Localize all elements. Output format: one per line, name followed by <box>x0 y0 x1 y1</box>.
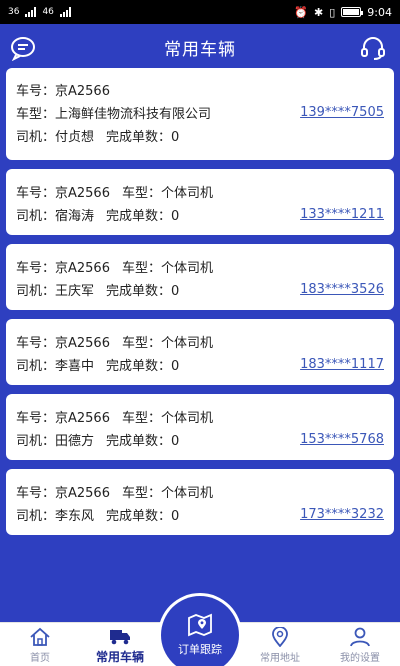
signal-icon <box>25 7 37 17</box>
card-row: 司机：王庆军 完成单数：0 183****3526 <box>16 278 384 301</box>
card-row: 车型：上海鲜佳物流科技有限公司 139****7505 <box>16 101 384 124</box>
plate-number: 车号：京A2566 <box>16 186 110 201</box>
tab-vehicles-label: 常用车辆 <box>95 649 144 664</box>
completed-orders: 完成单数：0 <box>106 284 180 299</box>
completed-orders: 完成单数：0 <box>106 130 180 145</box>
card-row: 车号：京A2566 车型：个体司机 <box>16 330 384 353</box>
phone-link[interactable]: 133****1211 <box>300 207 384 222</box>
vibrate-icon: ▯ <box>329 5 336 19</box>
driver-name: 司机：李喜中 <box>16 359 95 374</box>
alarm-icon: ⏰ <box>294 5 309 19</box>
completed-orders: 完成单数：0 <box>106 434 180 449</box>
card-row: 司机：宿海涛 完成单数：0 133****1211 <box>16 203 384 226</box>
phone-link[interactable]: 183****3526 <box>300 282 384 297</box>
tab-settings-label: 我的设置 <box>340 652 380 664</box>
driver-name: 司机：王庆军 <box>16 284 95 299</box>
tab-home-label: 首页 <box>30 652 50 664</box>
card-row: 司机：田德方 完成单数：0 153****5768 <box>16 428 384 451</box>
home-icon <box>30 627 50 646</box>
plate-number: 车号：京A2566 <box>16 411 110 426</box>
vehicle-type: 车型：个体司机 <box>121 261 213 276</box>
card-row: 车号：京A2566 车型：个体司机 <box>16 180 384 203</box>
card-row: 车号：京A2566 车型：个体司机 <box>16 405 384 428</box>
phone-link[interactable]: 139****7505 <box>300 105 384 120</box>
plate-number: 车号：京A2566 <box>16 84 110 99</box>
bluetooth-icon: ✱ <box>314 5 324 19</box>
status-time: 9:04 <box>367 5 392 19</box>
card-row: 司机：付贞想 完成单数：0 <box>16 124 384 147</box>
card-row: 车号：京A2566 <box>16 78 384 101</box>
phone-link[interactable]: 183****1117 <box>300 357 384 372</box>
card-row: 车号：京A2566 车型：个体司机 <box>16 480 384 503</box>
card-row: 车号：京A2566 车型：个体司机 <box>16 255 384 278</box>
message-icon[interactable] <box>10 35 36 61</box>
vehicle-type: 车型：个体司机 <box>121 186 213 201</box>
completed-orders: 完成单数：0 <box>106 509 180 524</box>
completed-orders: 完成单数：0 <box>106 209 180 224</box>
vehicle-card[interactable]: 车号：京A2566 车型：上海鲜佳物流科技有限公司 139****7505 司机… <box>6 68 394 160</box>
vehicle-type: 车型：个体司机 <box>121 411 213 426</box>
header: 常用车辆 <box>0 24 400 70</box>
tab-home[interactable]: 首页 <box>0 623 80 666</box>
vehicle-card[interactable]: 车号：京A2566 车型：个体司机 司机：李喜中 完成单数：0 183****1… <box>6 319 394 385</box>
vehicle-type: 车型：个体司机 <box>121 486 213 501</box>
driver-name: 司机：付贞想 <box>16 130 95 145</box>
tab-address-label: 常用地址 <box>260 652 300 664</box>
status-bar-right: ⏰ ✱ ▯ 9:04 <box>294 6 392 19</box>
card-row: 司机：李东风 完成单数：0 173****3232 <box>16 503 384 526</box>
phone-link[interactable]: 153****5768 <box>300 432 384 447</box>
vehicle-card[interactable]: 车号：京A2566 车型：个体司机 司机：王庆军 完成单数：0 183****3… <box>6 244 394 310</box>
plate-number: 车号：京A2566 <box>16 261 110 276</box>
phone-link[interactable]: 173****3232 <box>300 507 384 522</box>
battery-icon <box>341 7 364 17</box>
vehicle-card[interactable]: 车号：京A2566 车型：个体司机 司机：田德方 完成单数：0 153****5… <box>6 394 394 460</box>
driver-name: 司机：李东风 <box>16 509 95 524</box>
order-tracking-button[interactable]: 订单跟踪 <box>161 596 239 666</box>
signal-label-2: 46 <box>42 7 54 17</box>
signal-icon <box>59 7 71 17</box>
plate-number: 车号：京A2566 <box>16 336 110 351</box>
status-bar: 36 46 ⏰ ✱ ▯ 9:04 <box>0 0 400 24</box>
vehicle-list: 车号：京A2566 车型：上海鲜佳物流科技有限公司 139****7505 司机… <box>6 68 394 544</box>
battery-fill <box>343 9 359 15</box>
vehicle-type: 车型：个体司机 <box>121 336 213 351</box>
headset-icon[interactable] <box>360 35 386 61</box>
completed-orders: 完成单数：0 <box>106 359 180 374</box>
page-title: 常用车辆 <box>164 39 236 60</box>
driver-name: 司机：田德方 <box>16 434 95 449</box>
vehicle-card[interactable]: 车号：京A2566 车型：个体司机 司机：宿海涛 完成单数：0 133****1… <box>6 169 394 235</box>
map-icon <box>188 613 212 637</box>
tab-address[interactable]: 常用地址 <box>240 623 320 666</box>
status-bar-left: 36 46 <box>8 7 71 17</box>
truck-icon <box>110 629 130 644</box>
tab-settings[interactable]: 我的设置 <box>320 623 400 666</box>
user-icon <box>350 627 370 646</box>
vehicle-card[interactable]: 车号：京A2566 车型：个体司机 司机：李东风 完成单数：0 173****3… <box>6 469 394 535</box>
signal-label-1: 36 <box>8 7 20 17</box>
location-pin-icon <box>272 626 288 647</box>
vehicle-type: 车型：上海鲜佳物流科技有限公司 <box>16 107 212 122</box>
order-tracking-label: 订单跟踪 <box>178 643 222 656</box>
card-row: 司机：李喜中 完成单数：0 183****1117 <box>16 353 384 376</box>
plate-number: 车号：京A2566 <box>16 486 110 501</box>
tab-vehicles[interactable]: 常用车辆 <box>80 623 160 666</box>
driver-name: 司机：宿海涛 <box>16 209 95 224</box>
